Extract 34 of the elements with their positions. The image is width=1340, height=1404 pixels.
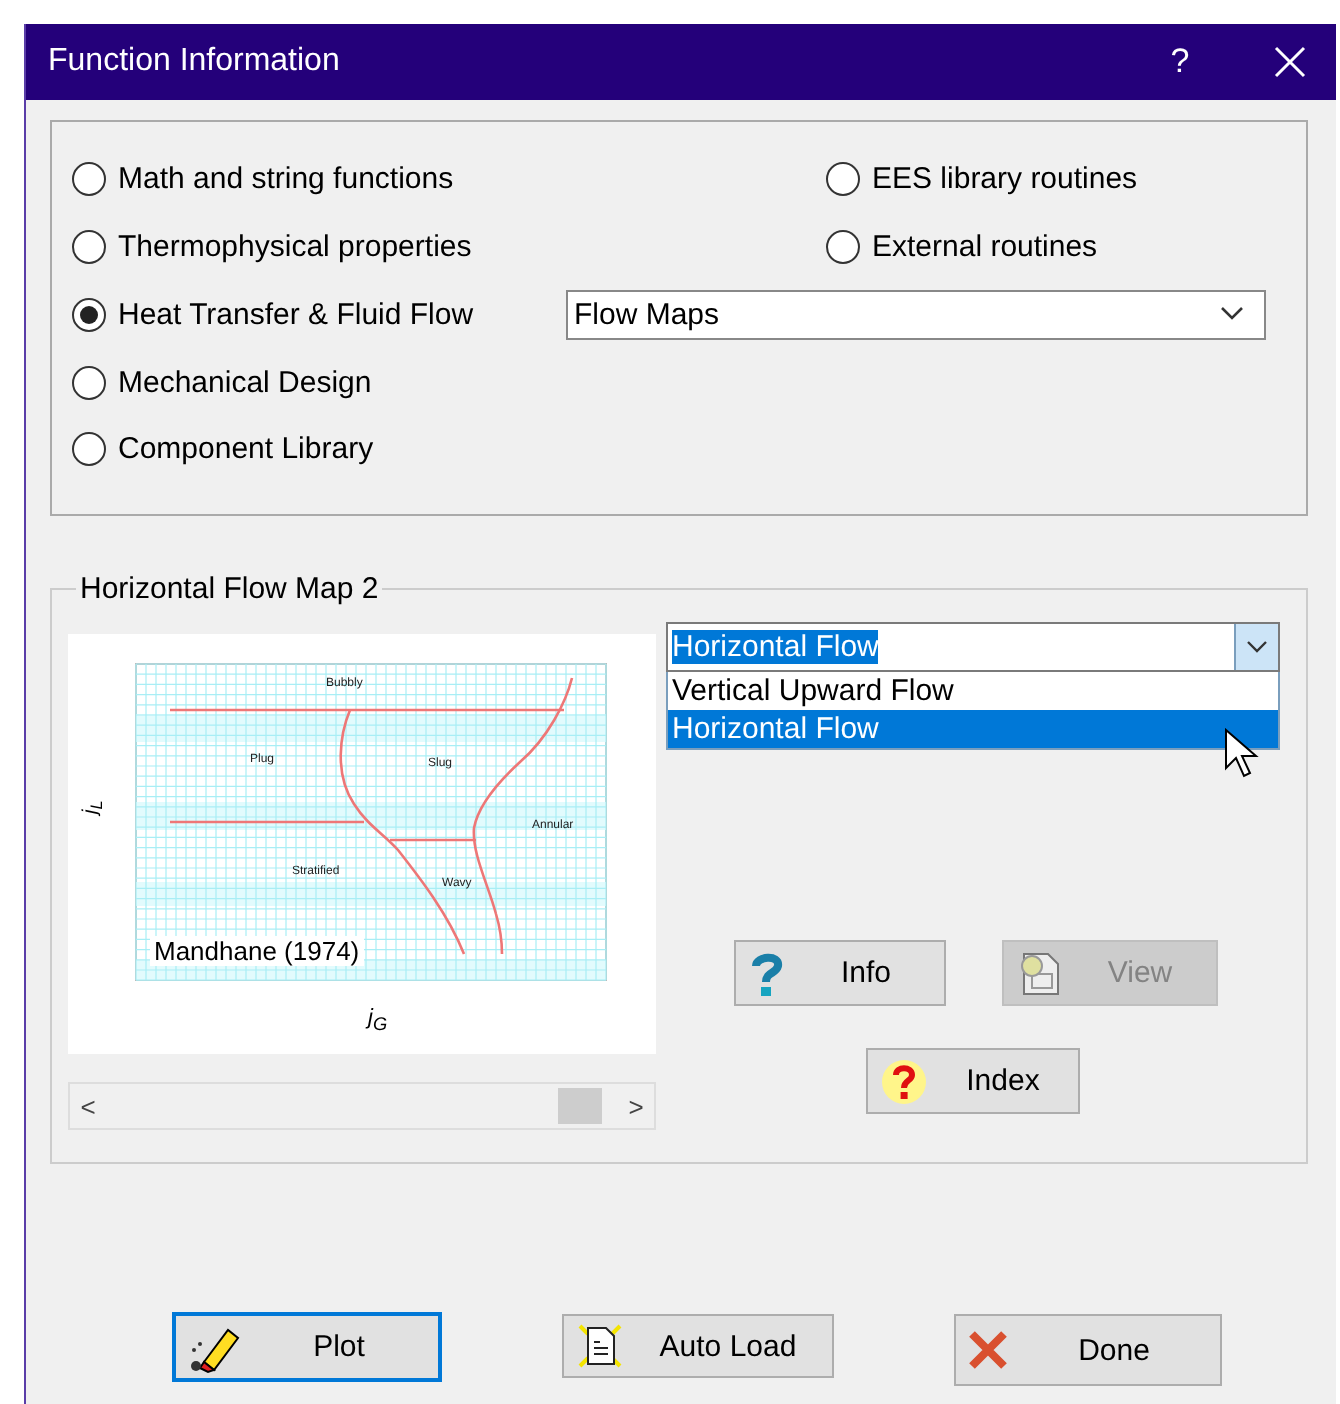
question-icon [880,1057,928,1105]
question-icon [748,949,788,997]
category-radio[interactable]: Math and string functions [72,144,566,212]
scroll-right-button[interactable]: > [618,1091,654,1121]
category-radio[interactable]: Thermophysical properties [72,212,566,280]
document-icon [576,1322,624,1370]
category-radio[interactable]: Heat Transfer & Fluid Flow [72,280,566,348]
chevron-icon [1220,306,1244,322]
scroll-thumb[interactable] [558,1088,602,1124]
group-title: Horizontal Flow Map 2 [78,572,381,606]
help-button[interactable]: ? [1144,24,1216,100]
dropdown-option[interactable]: Vertical Upward Flow [668,672,1278,710]
footer-button[interactable]: Auto Load [562,1314,834,1378]
category-radio[interactable]: Component Library [72,416,566,480]
axis-label: j$_{G}$ [368,1006,388,1035]
close-icon [1274,46,1306,78]
dropdown-option[interactable]: Horizontal Flow [668,710,1278,748]
dropdown-button[interactable] [1234,624,1278,670]
document-icon [1016,949,1064,997]
flow-type-combo[interactable]: Horizontal Flow [666,622,1280,672]
category-radio[interactable]: Mechanical Design [72,348,566,416]
window-title: Function Information [48,44,342,80]
footer-button[interactable]: Done [954,1314,1222,1386]
close-icon [968,1330,1008,1370]
category-radio[interactable]: EES library routines [826,144,1306,212]
category-radio[interactable]: External routines [826,212,1306,280]
scroll-left-button[interactable]: < [70,1091,106,1121]
function-dropdown[interactable]: Flow Maps [566,289,1266,339]
footer-button[interactable]: Plot [172,1312,442,1382]
action-button[interactable]: Index [866,1048,1080,1114]
chevron-icon [1246,640,1268,654]
map-caption: Mandhane (1974) [150,936,364,966]
horizontal-scrollbar[interactable]: < > [68,1082,656,1130]
action-button[interactable]: Info [734,940,946,1006]
